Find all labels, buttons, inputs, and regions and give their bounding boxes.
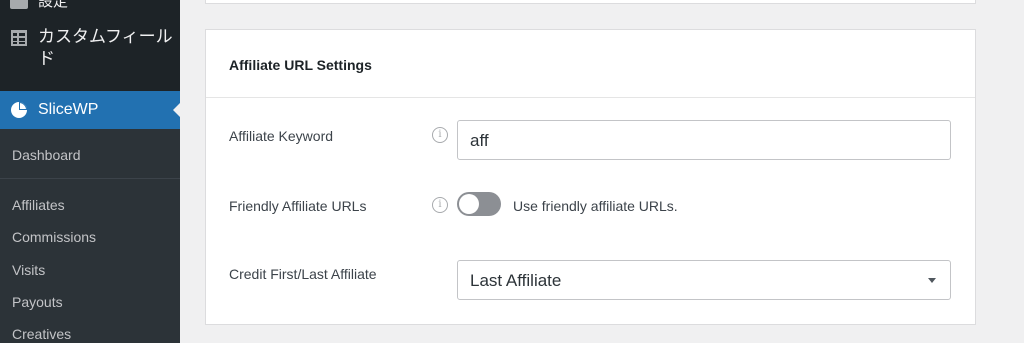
sidebar-item-slicewp[interactable]: SliceWP: [0, 91, 181, 129]
submenu-visits[interactable]: Visits: [12, 262, 45, 278]
credit-affiliate-label: Credit First/Last Affiliate: [229, 266, 377, 282]
toggle-knob: [459, 194, 479, 214]
admin-sidebar: 設定 カスタムフィールド SliceWP Dashboard Affiliate…: [0, 0, 181, 343]
submenu-payouts[interactable]: Payouts: [12, 294, 63, 310]
select-value: Last Affiliate: [470, 271, 562, 290]
sidebar-item-custom-fields[interactable]: カスタムフィールド: [0, 26, 180, 70]
submenu-affiliates[interactable]: Affiliates: [12, 197, 65, 213]
submenu-creatives[interactable]: Creatives: [12, 326, 71, 342]
friendly-urls-toggle-label[interactable]: Use friendly affiliate URLs.: [513, 198, 678, 214]
sidebar-item-label: カスタムフィールド: [38, 27, 173, 68]
affiliate-keyword-label: Affiliate Keyword: [229, 128, 334, 144]
card-header: Affiliate URL Settings: [206, 30, 975, 98]
chevron-down-icon: [928, 278, 936, 283]
sidebar-item-label: SliceWP: [38, 101, 99, 118]
submenu-divider: [0, 178, 180, 179]
affiliate-url-settings-card: Affiliate URL Settings Affiliate Keyword…: [205, 29, 976, 325]
pie-chart-icon: [11, 102, 27, 118]
previous-settings-card: [205, 0, 976, 4]
info-icon[interactable]: i: [432, 127, 448, 143]
friendly-urls-toggle[interactable]: [457, 192, 501, 216]
settings-icon: [10, 0, 28, 9]
table-grid-icon: [11, 30, 27, 46]
card-title: Affiliate URL Settings: [229, 57, 372, 73]
affiliate-keyword-input[interactable]: aff: [457, 120, 951, 160]
submenu-commissions[interactable]: Commissions: [12, 229, 96, 245]
credit-affiliate-select[interactable]: Last Affiliate: [457, 260, 951, 300]
friendly-urls-label: Friendly Affiliate URLs: [229, 198, 367, 214]
sidebar-item-label: 設定: [38, 0, 69, 10]
sidebar-item-settings[interactable]: 設定: [0, 0, 180, 12]
submenu-dashboard[interactable]: Dashboard: [12, 147, 81, 163]
info-icon[interactable]: i: [432, 197, 448, 213]
